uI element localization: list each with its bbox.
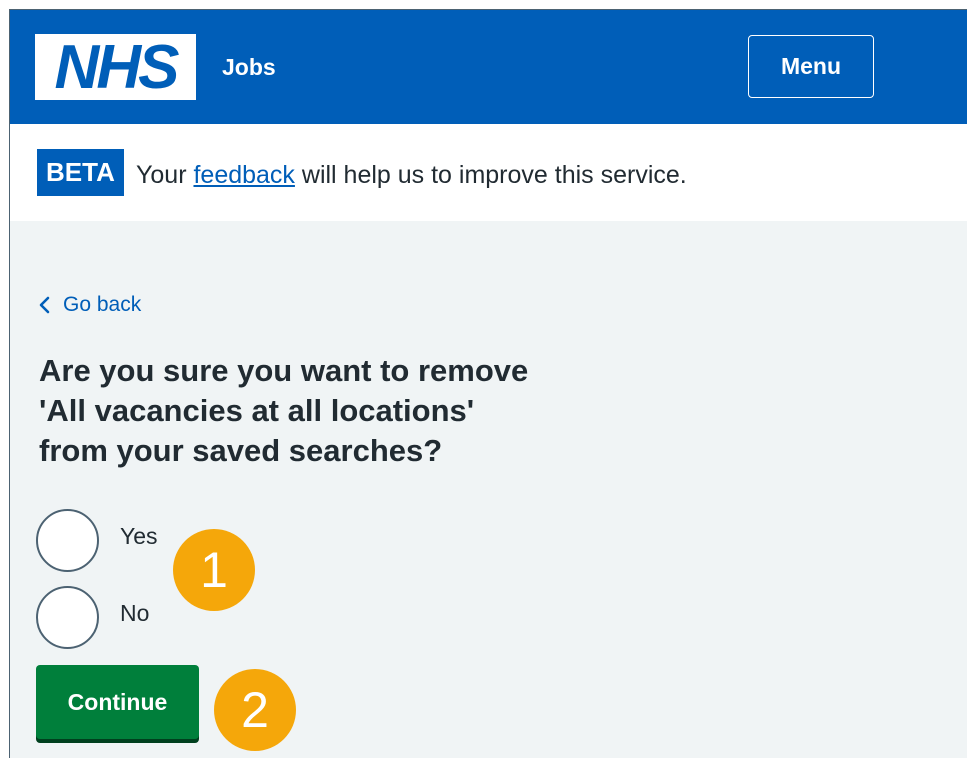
question-line: Are you sure you want to remove (39, 353, 529, 388)
nhs-logo[interactable]: NHS (35, 34, 196, 100)
step-callout-1: 1 (173, 529, 255, 611)
radio-yes-label[interactable]: Yes (120, 523, 158, 550)
question-line: from your saved searches? (39, 433, 443, 468)
question-line: 'All vacancies at all locations' (39, 393, 475, 428)
feedback-link[interactable]: feedback (193, 161, 294, 189)
beta-text-before: Your (136, 161, 194, 189)
beta-tag: BETA (37, 149, 124, 196)
go-back-link[interactable]: Go back (36, 293, 141, 317)
radio-option-yes[interactable]: Yes (36, 509, 158, 572)
browser-frame: NHS Jobs Menu BETA Your feedback will he… (9, 9, 967, 758)
service-name[interactable]: Jobs (222, 52, 276, 82)
go-back-label: Go back (63, 293, 142, 316)
continue-button[interactable]: Continue (36, 665, 199, 739)
nhs-logo-text: NHS (54, 33, 180, 102)
radio-option-no[interactable]: No (36, 586, 149, 649)
chevron-left-icon (36, 294, 52, 316)
step-callout-2: 2 (214, 669, 296, 751)
radio-no-label[interactable]: No (120, 600, 149, 627)
page-question: Are you sure you want to remove 'All vac… (39, 351, 599, 471)
menu-button[interactable]: Menu (748, 35, 874, 98)
beta-text-after: will help us to improve this service. (294, 161, 687, 189)
site-header: NHS Jobs Menu (10, 10, 967, 124)
beta-banner: BETA Your feedback will help us to impro… (10, 124, 967, 221)
radio-yes[interactable] (36, 509, 99, 572)
beta-message: Your feedback will help us to improve th… (136, 160, 687, 190)
radio-no[interactable] (36, 586, 99, 649)
main-content: Go back Are you sure you want to remove … (10, 221, 967, 758)
